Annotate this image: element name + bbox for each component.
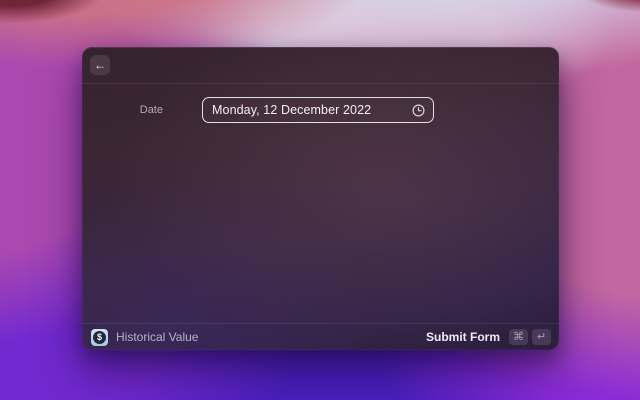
date-form-row: Date Monday, 12 December 2022 bbox=[82, 97, 559, 123]
historical-value-extension-icon: $ bbox=[91, 328, 108, 346]
window-header: ← bbox=[82, 47, 559, 84]
raycast-window: ← Date Monday, 12 December 2022 $ Histor… bbox=[82, 47, 559, 350]
date-field-label: Date bbox=[139, 104, 163, 116]
command-title: Historical Value bbox=[116, 330, 199, 344]
date-picker-field[interactable]: Monday, 12 December 2022 bbox=[202, 97, 434, 123]
window-footer: $ Historical Value Submit Form ⌘ ↵ bbox=[82, 323, 559, 350]
date-value: Monday, 12 December 2022 bbox=[212, 103, 372, 117]
back-arrow-icon: ← bbox=[94, 58, 106, 72]
back-button[interactable]: ← bbox=[90, 55, 110, 75]
submit-form-label: Submit Form bbox=[426, 330, 500, 344]
dollar-coin-icon: $ bbox=[93, 330, 106, 344]
submit-form-action[interactable]: Submit Form ⌘ ↵ bbox=[426, 329, 551, 345]
command-key-icon: ⌘ bbox=[509, 329, 528, 345]
clock-icon[interactable] bbox=[412, 103, 425, 117]
return-key-icon: ↵ bbox=[532, 329, 551, 345]
